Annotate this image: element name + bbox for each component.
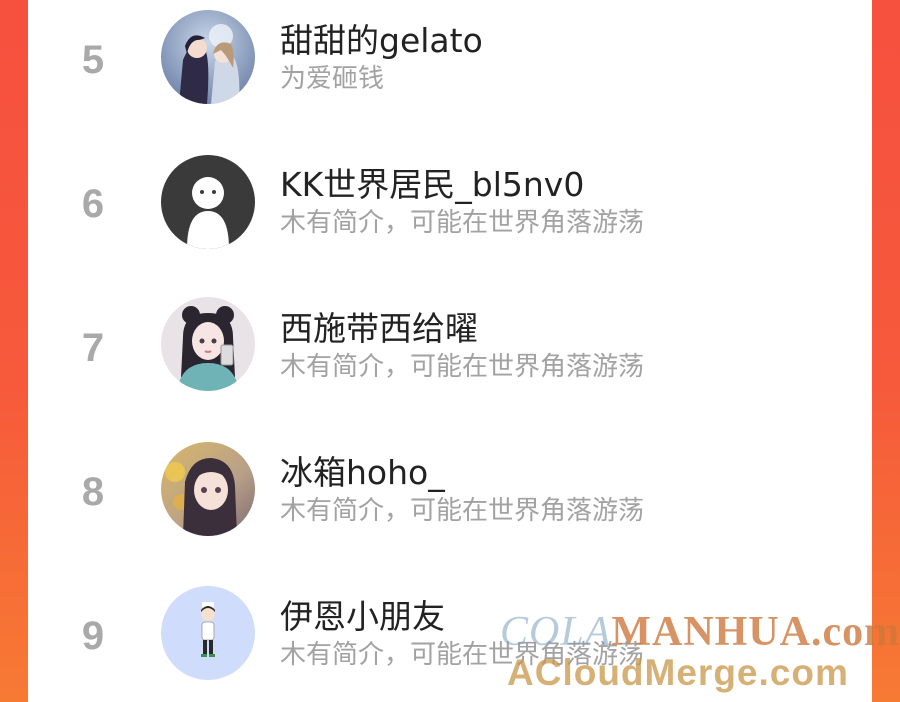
user-bio: 木有简介，可能在世界角落游荡 — [280, 352, 645, 382]
ranking-row[interactable]: 7 西施带西给曜 木有简介，可能在世界角落游荡 — [28, 288, 872, 408]
girl-selfie-avatar[interactable] — [161, 297, 255, 391]
user-name[interactable]: 冰箱hoho_ — [280, 446, 445, 494]
user-bio: 木有简介，可能在世界角落游荡 — [280, 208, 645, 238]
watermark-manhua-text: MANHUA.com — [611, 609, 900, 655]
user-name[interactable]: 甜甜的gelato — [280, 14, 483, 62]
default-ghost-avatar[interactable] — [161, 155, 255, 249]
user-bio: 为爱砸钱 — [280, 64, 385, 94]
watermark-cola-text: COLA — [500, 609, 612, 655]
watermark-colamanhua: COLAMANHUA.com — [500, 608, 900, 656]
rank-number: 6 — [81, 182, 105, 226]
watermark-acloudmerge: ACloudMerge.com — [507, 652, 849, 693]
rank-number: 5 — [81, 38, 105, 82]
anime-girl-avatar[interactable] — [161, 442, 255, 536]
ranking-list-panel: 5 甜甜的gelato 为爱砸钱 6 KK世界居民_bl5nv0 木有简介，可能… — [28, 0, 872, 702]
user-name[interactable]: 西施带西给曜 — [280, 302, 478, 350]
chibi-figure-avatar[interactable] — [161, 586, 255, 680]
ranking-row[interactable]: 8 冰箱hoho_ 木有简介，可能在世界角落游荡 — [28, 432, 872, 552]
couple-illustration-avatar[interactable] — [161, 10, 255, 104]
ranking-row[interactable]: 6 KK世界居民_bl5nv0 木有简介，可能在世界角落游荡 — [28, 144, 872, 264]
user-bio: 木有简介，可能在世界角落游荡 — [280, 496, 645, 526]
user-name[interactable]: 伊恩小朋友 — [280, 590, 445, 638]
rank-number: 7 — [81, 326, 105, 370]
rank-number: 8 — [81, 470, 105, 514]
user-name[interactable]: KK世界居民_bl5nv0 — [280, 158, 584, 206]
rank-number: 9 — [81, 614, 105, 658]
ranking-row[interactable]: 5 甜甜的gelato 为爱砸钱 — [28, 0, 872, 120]
